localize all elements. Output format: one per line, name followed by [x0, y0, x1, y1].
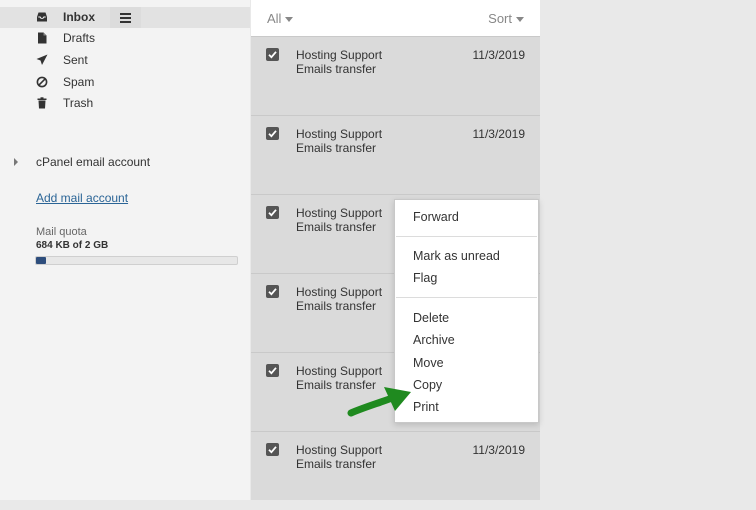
sidebar: Inbox Drafts Sent Spam Trash cPanel emai… — [0, 0, 250, 500]
account-name[interactable]: cPanel email account — [36, 155, 150, 169]
check-icon — [268, 130, 277, 138]
folder-label: Trash — [63, 96, 94, 110]
message-sender: Hosting Support — [296, 443, 383, 457]
check-icon — [268, 209, 277, 217]
filter-label: All — [267, 11, 282, 26]
menu-item-mark-unread[interactable]: Mark as unread — [413, 249, 500, 263]
message-date: 11/3/2019 — [472, 48, 526, 62]
message-sender: Hosting Support — [296, 48, 383, 62]
menu-item-forward[interactable]: Forward — [413, 210, 459, 224]
message-sender: Hosting Support — [296, 127, 383, 141]
inbox-icon — [37, 12, 47, 22]
filter-dropdown[interactable]: All — [267, 11, 294, 26]
checkbox[interactable] — [266, 364, 279, 377]
ban-icon — [36, 76, 48, 88]
message-row[interactable]: Hosting SupportEmails transfer 11/3/2019 — [251, 115, 540, 194]
checkbox[interactable] — [266, 127, 279, 140]
message-date: 11/3/2019 — [472, 443, 526, 457]
folder-label: Drafts — [63, 31, 96, 45]
file-icon — [38, 32, 47, 44]
menu-item-move[interactable]: Move — [413, 356, 444, 370]
sort-label: Sort — [488, 11, 512, 26]
message-sender: Hosting Support — [296, 364, 383, 378]
quota-bar — [35, 256, 238, 265]
menu-item-flag[interactable]: Flag — [413, 271, 437, 285]
caret-down-icon — [516, 17, 524, 23]
checkbox[interactable] — [266, 48, 279, 61]
pointer-arrow-icon — [347, 387, 411, 417]
check-icon — [268, 446, 277, 454]
folder-label: Spam — [63, 75, 95, 89]
menu-toggle-button[interactable] — [110, 7, 141, 28]
trash-icon — [37, 97, 47, 109]
caret-right-icon[interactable] — [14, 158, 18, 166]
message-sender: Hosting Support — [296, 206, 383, 220]
message-date: 11/3/2019 — [472, 127, 526, 141]
message-row[interactable]: Hosting SupportEmails transfer 11/3/2019 — [251, 36, 540, 115]
menu-divider — [396, 236, 537, 237]
checkbox[interactable] — [266, 285, 279, 298]
add-mail-account-link[interactable]: Add mail account — [36, 191, 128, 205]
message-subject: Emails transfer — [296, 457, 377, 471]
sort-dropdown[interactable]: Sort — [488, 11, 524, 26]
folder-spam[interactable]: Spam — [0, 72, 250, 93]
message-subject: Emails transfer — [296, 299, 377, 313]
menu-item-print[interactable]: Print — [413, 400, 439, 414]
message-sender: Hosting Support — [296, 285, 383, 299]
check-icon — [268, 367, 277, 375]
quota-value: 684 KB of 2 GB — [36, 240, 109, 251]
checkbox[interactable] — [266, 443, 279, 456]
checkbox[interactable] — [266, 206, 279, 219]
message-subject: Emails transfer — [296, 141, 377, 155]
folder-sent[interactable]: Sent — [0, 50, 250, 71]
menu-item-delete[interactable]: Delete — [413, 311, 449, 325]
menu-item-copy[interactable]: Copy — [413, 378, 442, 392]
check-icon — [268, 51, 277, 59]
message-row[interactable]: Hosting SupportEmails transfer 11/3/2019 — [251, 431, 540, 510]
folder-drafts[interactable]: Drafts — [0, 28, 250, 49]
folder-label: Inbox — [63, 10, 95, 24]
caret-down-icon — [285, 17, 294, 23]
context-menu: Forward Mark as unread Flag Delete Archi… — [394, 199, 539, 423]
quota-label: Mail quota — [36, 226, 87, 238]
menu-icon — [120, 13, 131, 15]
message-subject: Emails transfer — [296, 62, 377, 76]
list-header: All Sort — [251, 0, 540, 36]
menu-divider — [396, 297, 537, 298]
check-icon — [268, 288, 277, 296]
menu-item-archive[interactable]: Archive — [413, 333, 455, 347]
folder-label: Sent — [63, 53, 88, 67]
message-subject: Emails transfer — [296, 220, 377, 234]
folder-trash[interactable]: Trash — [0, 93, 250, 114]
quota-fill — [36, 257, 46, 264]
paper-plane-icon — [36, 54, 48, 65]
